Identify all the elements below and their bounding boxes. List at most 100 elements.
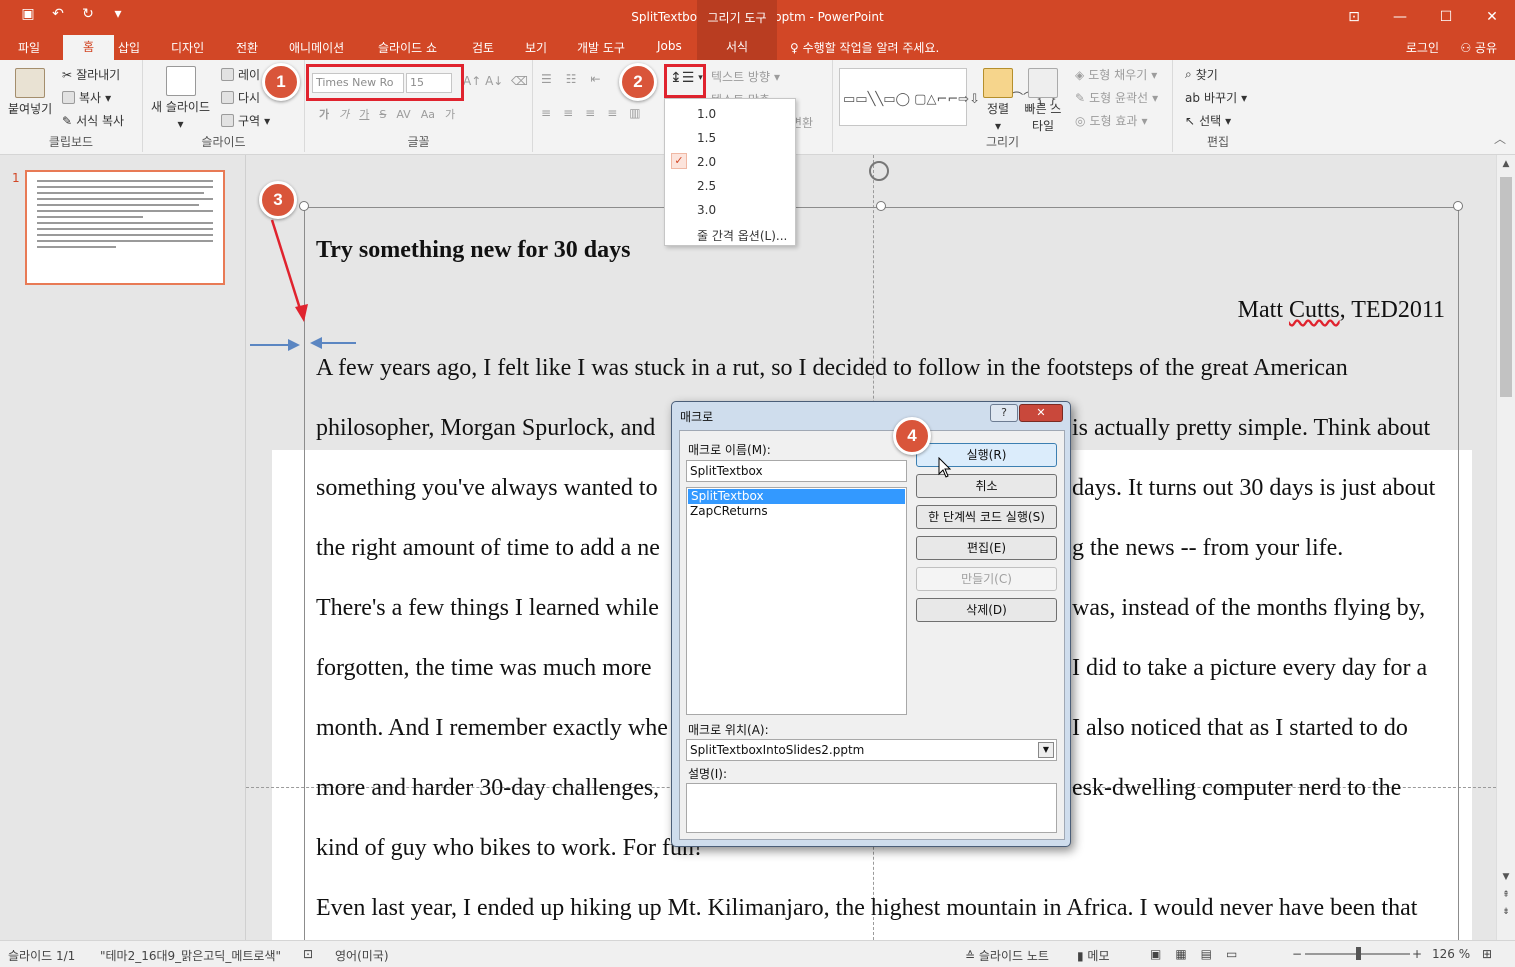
tab-jobs[interactable]: Jobs — [657, 39, 682, 53]
numbering-icon[interactable]: ☷ — [566, 72, 577, 86]
rotate-handle[interactable] — [869, 161, 889, 181]
tab-review[interactable]: 검토 — [472, 39, 494, 56]
tab-home[interactable]: 홈 — [63, 35, 115, 60]
close-icon[interactable]: ✕ — [1469, 0, 1515, 35]
step-into-button[interactable]: 한 단계씩 코드 실행(S) — [916, 505, 1057, 529]
macro-list[interactable]: SplitTextbox ZapCReturns — [686, 487, 907, 715]
help-button[interactable]: ? — [990, 404, 1018, 422]
search-icon: ⌕ — [1185, 67, 1192, 81]
copy-button[interactable]: 복사 ▾ — [62, 89, 111, 106]
shape-outline-button[interactable]: ✎ 도형 윤곽선 ▾ — [1075, 89, 1158, 106]
drawing-group-label: 그리기 — [985, 135, 1020, 149]
zoom-out-icon[interactable]: − — [1292, 947, 1302, 961]
macro-name-input[interactable]: SplitTextbox — [686, 460, 907, 482]
columns-icon[interactable]: ▥ — [629, 106, 640, 120]
vertical-scrollbar[interactable]: ▲ ▼ ⇞ ⇟ — [1496, 155, 1515, 940]
description-field[interactable] — [686, 783, 1057, 833]
format-painter-button[interactable]: ✎ 서식 복사 — [62, 112, 124, 129]
paste-button[interactable]: 붙여넣기 — [8, 68, 52, 117]
language-indicator[interactable]: 영어(미국) — [335, 947, 389, 964]
decrease-indent-icon[interactable]: ⇤ — [591, 72, 601, 86]
line-spacing-2-5[interactable]: 2.5 — [697, 179, 716, 193]
list-item[interactable]: SplitTextbox — [688, 489, 905, 504]
layout-button[interactable]: 레이 — [221, 66, 260, 83]
strike-button[interactable]: S — [379, 108, 386, 121]
text-direction-button[interactable]: 텍스트 방향 ▾ — [711, 68, 780, 85]
line-spacing-2-0[interactable]: 2.0 — [697, 155, 716, 169]
reset-button[interactable]: 다시 — [221, 89, 260, 106]
previous-slide-icon[interactable]: ⇞ — [1499, 890, 1513, 900]
tab-transitions[interactable]: 전환 — [236, 39, 258, 56]
section-button[interactable]: 구역 ▾ — [221, 112, 270, 129]
collapse-ribbon-icon[interactable]: ︿ — [1494, 130, 1506, 147]
justify-icon[interactable]: ≡ — [607, 106, 617, 120]
line-spacing-3-0[interactable]: 3.0 — [697, 203, 716, 217]
tab-developer[interactable]: 개발 도구 — [577, 39, 625, 56]
clear-format-icon[interactable]: ⌫ — [511, 74, 528, 88]
align-left-icon[interactable]: ≡ — [541, 106, 551, 120]
text-line: something you've always wanted to — [316, 475, 658, 501]
find-button[interactable]: ⌕ 찾기 — [1185, 66, 1218, 83]
line-spacing-1-5[interactable]: 1.5 — [697, 131, 716, 145]
tab-slideshow[interactable]: 슬라이드 쇼 — [378, 39, 437, 56]
macro-location-select[interactable]: SplitTextboxIntoSlides2.pptm ▼ — [686, 739, 1057, 761]
line-spacing-1-0[interactable]: 1.0 — [697, 107, 716, 121]
shapes-gallery[interactable]: ▭▭╲╲▭◯ ▢△⌐⌐⇨⇩ ⌒⌒⌒⌒{ } — [839, 68, 1057, 126]
cut-button[interactable]: ✂ 잘라내기 — [62, 66, 120, 83]
ribbon-display-icon[interactable]: ⊡ — [1331, 0, 1377, 35]
shape-fill-button[interactable]: ◈ 도형 채우기 ▾ — [1075, 66, 1157, 83]
view-buttons[interactable]: ▣▦▤▭ — [1150, 947, 1251, 961]
fit-slide-icon[interactable]: ⊞ — [1482, 947, 1492, 961]
font-color-button[interactable]: 가 — [445, 106, 455, 122]
line-spacing-options[interactable]: 줄 간격 옵션(L)... — [697, 227, 787, 244]
select-button[interactable]: ↖ 선택 ▾ — [1185, 112, 1231, 129]
italic-button[interactable]: 가 — [339, 106, 349, 122]
bold-button[interactable]: 가 — [319, 106, 329, 122]
tab-animations[interactable]: 애니메이션 — [289, 39, 344, 56]
arrange-button[interactable]: 정렬 ▾ — [983, 68, 1013, 133]
align-center-icon[interactable]: ≡ — [563, 106, 573, 120]
list-item[interactable]: ZapCReturns — [687, 504, 906, 519]
chevron-down-icon[interactable]: ▼ — [1038, 742, 1054, 758]
comments-button[interactable]: ▮ 메모 — [1077, 947, 1110, 964]
resize-handle-tr[interactable] — [1453, 201, 1463, 211]
align-right-icon[interactable]: ≡ — [585, 106, 595, 120]
new-slide-button[interactable]: 새 슬라이드 ▾ — [151, 66, 210, 131]
tab-format[interactable]: 서식 — [697, 35, 777, 60]
case-button[interactable]: Aa — [421, 108, 435, 121]
create-button[interactable]: 만들기(C) — [916, 567, 1057, 591]
tell-me-search[interactable]: ♀ 수행할 작업을 알려 주세요. — [790, 39, 939, 56]
next-slide-icon[interactable]: ⇟ — [1499, 907, 1513, 917]
bullets-icon[interactable]: ☰ — [541, 72, 552, 86]
share-button[interactable]: ⚇ 공유 — [1460, 39, 1497, 56]
shape-effects-button[interactable]: ◎ 도형 효과 ▾ — [1075, 112, 1148, 129]
maximize-icon[interactable]: ☐ — [1423, 0, 1469, 35]
tab-file[interactable]: 파일 — [18, 39, 40, 56]
resize-handle-tc[interactable] — [876, 201, 886, 211]
minimize-icon[interactable]: — — [1377, 0, 1423, 35]
close-icon[interactable]: ✕ — [1019, 404, 1063, 422]
scroll-up-icon[interactable]: ▲ — [1499, 159, 1513, 169]
tab-view[interactable]: 보기 — [525, 39, 547, 56]
quick-styles-button[interactable]: 빠른 스타일 — [1023, 68, 1063, 134]
zoom-level[interactable]: 126 % — [1432, 947, 1470, 961]
replace-button[interactable]: ab 바꾸기 ▾ — [1185, 89, 1247, 106]
text-line: kind of guy who bikes to work. For fun! — [316, 835, 702, 861]
spellcheck-icon[interactable]: ⊡ — [303, 947, 313, 961]
zoom-slider-thumb[interactable] — [1356, 947, 1361, 960]
slide-thumbnail[interactable] — [25, 170, 225, 285]
scroll-down-icon[interactable]: ▼ — [1499, 872, 1513, 882]
tab-design[interactable]: 디자인 — [171, 39, 204, 56]
tab-insert[interactable]: 삽입 — [118, 39, 140, 56]
callout-3-arrow — [270, 219, 303, 313]
login-link[interactable]: 로그인 — [1406, 39, 1439, 56]
scroll-thumb[interactable] — [1500, 177, 1512, 397]
edit-button[interactable]: 편집(E) — [916, 536, 1057, 560]
zoom-in-icon[interactable]: + — [1412, 947, 1422, 961]
delete-button[interactable]: 삭제(D) — [916, 598, 1057, 622]
underline-button[interactable]: 가 — [359, 106, 369, 122]
dialog-body: 매크로 이름(M): SplitTextbox SplitTextbox Zap… — [679, 430, 1065, 840]
grow-font-icon[interactable]: A↑ A↓ — [463, 74, 503, 88]
notes-button[interactable]: ≙ 슬라이드 노트 — [965, 947, 1049, 964]
spacing-button[interactable]: AV — [396, 108, 410, 121]
